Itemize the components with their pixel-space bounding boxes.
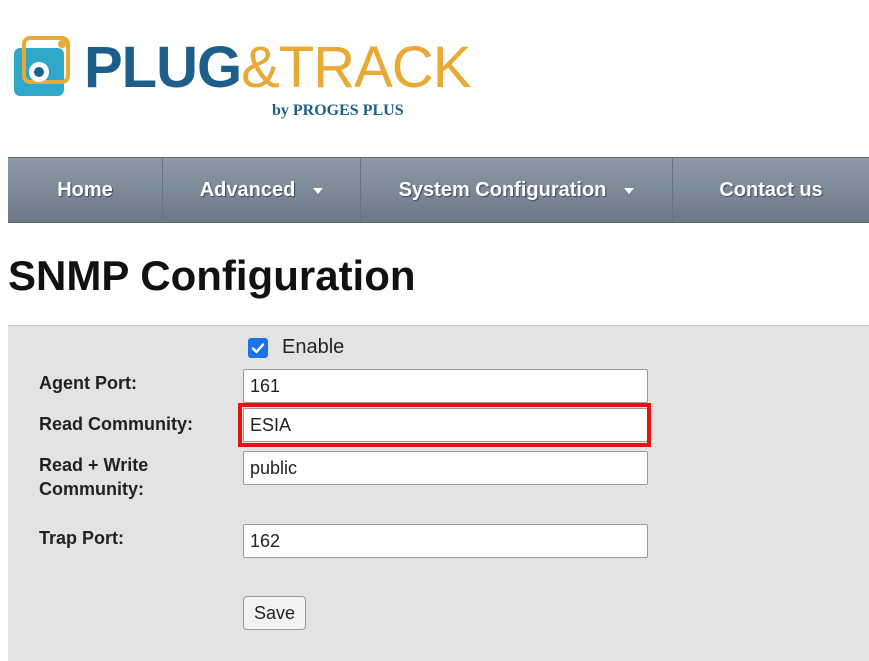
- brand-name: PLUG&TRACK: [84, 35, 471, 100]
- plug-and-track-logo: PLUG&TRACK by PROGES PLUS: [10, 30, 471, 130]
- nav-item-contact-us-label: Contact us: [719, 178, 823, 201]
- read-write-community-input[interactable]: [243, 451, 648, 485]
- read-write-community-label-line2: Community:: [39, 479, 144, 499]
- page-title: SNMP Configuration: [8, 252, 416, 299]
- read-write-community-label: Read + Write Community:: [39, 453, 148, 501]
- agent-port-label: Agent Port:: [39, 373, 137, 393]
- caret-down-icon: [313, 188, 324, 194]
- nav-item-system-configuration[interactable]: System Configuration: [361, 158, 673, 222]
- enable-checkbox[interactable]: [248, 337, 268, 358]
- brand-name-plug: PLUG: [84, 35, 242, 100]
- read-write-community-label-line1: Read + Write: [39, 455, 149, 475]
- read-community-input[interactable]: [243, 408, 648, 442]
- brand-name-track: &TRACK: [241, 35, 471, 100]
- plug-logo-icon: [14, 36, 70, 96]
- nav-item-contact-us[interactable]: Contact us: [673, 158, 869, 222]
- trap-port-label: Trap Port:: [39, 528, 125, 548]
- trap-port-input[interactable]: [243, 524, 648, 558]
- save-button[interactable]: Save: [243, 596, 306, 630]
- brand-byline: by PROGES PLUS: [272, 102, 404, 119]
- nav-item-home-label: Home: [57, 178, 113, 201]
- nav-item-home[interactable]: Home: [8, 158, 163, 222]
- nav-item-advanced[interactable]: Advanced: [163, 158, 361, 222]
- enable-label: Enable: [282, 336, 345, 358]
- enable-row: Enable: [248, 336, 344, 359]
- read-community-label: Read Community:: [39, 414, 194, 434]
- caret-down-icon: [624, 188, 635, 194]
- nav-item-advanced-label: Advanced: [199, 178, 296, 201]
- agent-port-input[interactable]: [243, 369, 648, 403]
- nav-item-system-configuration-label: System Configuration: [398, 178, 607, 201]
- main-nav: Home Advanced System Configuration Conta…: [8, 157, 869, 223]
- checkmark-icon: [251, 342, 265, 353]
